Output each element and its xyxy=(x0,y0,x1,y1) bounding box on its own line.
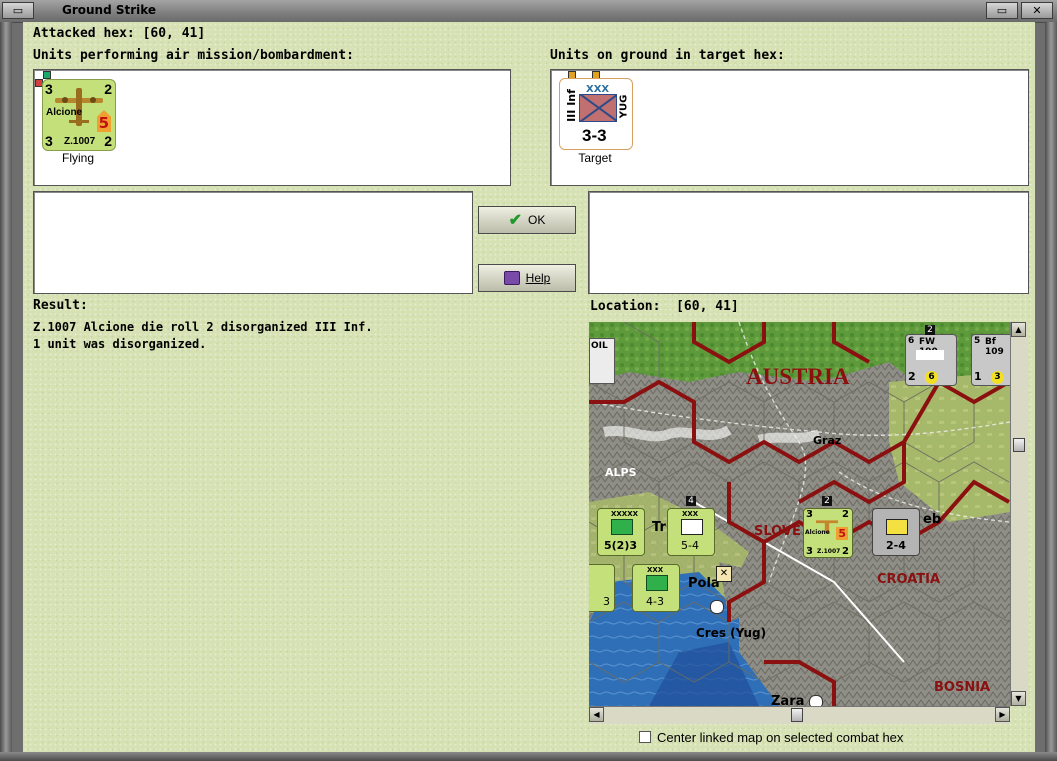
window-frame-left xyxy=(0,22,12,761)
oil-marker[interactable]: OIL xyxy=(589,338,615,384)
result-line-2: 1 unit was disorganized. xyxy=(33,337,207,351)
linked-map[interactable]: AUSTRIA Graz ALPS SLOVE CROATIA Pola Cre… xyxy=(589,322,1010,706)
infantry-symbol-icon xyxy=(646,575,668,591)
result-text: Z.1007 Alcione die roll 2 disorganized I… xyxy=(24,320,584,360)
ground-units-list[interactable]: XXX III Inf YUG 3-3 Target xyxy=(550,69,1029,186)
window-frame-right xyxy=(1045,22,1057,761)
location-value: [60, 41] xyxy=(676,299,739,314)
port-icon xyxy=(809,695,823,706)
ground-units-header: Units on ground in target hex: xyxy=(550,48,785,63)
map-counter-yugoslav[interactable]: 2-4 xyxy=(872,508,920,556)
minimize-button[interactable]: ▭ xyxy=(986,2,1018,19)
map-counter-bf109[interactable]: 5 Bf 109 1 3 xyxy=(971,334,1010,386)
system-menu-button[interactable]: ▭ xyxy=(2,2,34,19)
air-units-header: Units performing air mission/bombardment… xyxy=(33,48,354,63)
scroll-right-button[interactable]: ▶ xyxy=(995,707,1010,722)
stack-count-badge: 2 xyxy=(925,325,935,335)
map-label-tr: Tr xyxy=(652,520,666,535)
target-unit-name: III Inf xyxy=(564,89,578,122)
target-unit-counter[interactable]: XXX III Inf YUG 3-3 xyxy=(559,78,633,150)
map-counter-infantry-b[interactable]: XXX 4-3 xyxy=(632,564,680,612)
map-label-bosnia: BOSNIA xyxy=(934,680,991,695)
air-unit-status: Flying xyxy=(61,151,94,165)
location-label: Location: [60, 41] xyxy=(590,299,739,314)
map-horizontal-scrollbar[interactable]: ◀ ▶ xyxy=(589,706,1010,724)
result-line-1: Z.1007 Alcione die roll 2 disorganized I… xyxy=(33,320,373,334)
stack-count-badge: 4 xyxy=(686,496,696,506)
title-bar: ▭ Ground Strike ▭ ✕ xyxy=(0,0,1057,23)
scroll-left-button[interactable]: ◀ xyxy=(589,707,604,722)
stack-count-badge: 2 xyxy=(822,496,832,506)
target-unit-nation: YUG xyxy=(618,94,630,119)
infantry-symbol-icon xyxy=(681,519,703,535)
center-map-checkbox[interactable] xyxy=(639,731,651,743)
map-vertical-scrollbar[interactable]: ▲ ▼ xyxy=(1010,322,1028,706)
map-label-graz: Graz xyxy=(813,434,842,447)
window-title: Ground Strike xyxy=(62,3,157,17)
ok-label: OK xyxy=(528,213,546,227)
vertical-scroll-thumb[interactable] xyxy=(1013,438,1025,452)
map-counter-air[interactable]: 3 2 Alcione 5 3 Z.1007 2 xyxy=(803,508,853,558)
window-frame-bottom xyxy=(0,752,1057,761)
help-button[interactable]: Help xyxy=(478,264,576,292)
attacked-hex-label: Attacked hex: [60, 41] xyxy=(33,26,206,41)
target-unit-strength: 3-3 xyxy=(582,126,607,145)
map-label-eb: eb xyxy=(923,512,942,527)
result-label: Result: xyxy=(33,298,88,313)
map-label-alps: ALPS xyxy=(605,466,637,479)
air-unit-attack: 3 xyxy=(45,81,53,97)
fighter-icon xyxy=(916,350,944,360)
horizontal-scroll-thumb[interactable] xyxy=(791,708,803,722)
infantry-symbol-icon xyxy=(886,519,908,535)
checkmark-icon: ✔ xyxy=(508,212,523,229)
map-label-austria: AUSTRIA xyxy=(746,364,850,389)
air-unit-counter[interactable]: 3 2 Alcione 5 3 Z.1007 2 xyxy=(42,79,116,151)
map-counter-partial[interactable]: 3 xyxy=(589,564,615,612)
center-map-label[interactable]: Center linked map on selected combat hex xyxy=(657,730,903,745)
fortification-icon: ✕ xyxy=(716,566,732,582)
air-unit-type: Z.1007 xyxy=(64,136,96,147)
armor-symbol-icon xyxy=(611,519,633,535)
status-marker xyxy=(43,71,51,79)
air-unit-name: Alcione xyxy=(46,107,83,118)
map-label-pola: Pola xyxy=(688,576,720,591)
scroll-down-button[interactable]: ▼ xyxy=(1011,691,1026,706)
air-unit-bottom-right: 2 xyxy=(104,133,112,149)
air-unit-range: 5 xyxy=(98,114,109,132)
air-unit-defense: 2 xyxy=(104,81,112,97)
port-icon xyxy=(710,600,724,614)
ok-button[interactable]: ✔ OK xyxy=(478,206,576,234)
air-detail-list[interactable] xyxy=(33,191,473,294)
map-label-cres: Cres (Yug) xyxy=(696,626,767,640)
ground-detail-list[interactable] xyxy=(588,191,1029,294)
map-counter-armor[interactable]: XXXXX 5(2)3 xyxy=(597,508,645,556)
map-label-slovenia: SLOVE xyxy=(754,524,801,539)
help-label: Help xyxy=(525,271,551,285)
map-counter-fw190[interactable]: 6 FW 190 2 6 xyxy=(905,334,957,386)
infantry-symbol-icon xyxy=(579,94,617,122)
close-button[interactable]: ✕ xyxy=(1021,2,1053,19)
scroll-up-button[interactable]: ▲ xyxy=(1011,322,1026,337)
air-unit-bottom-left: 3 xyxy=(45,133,53,149)
book-icon xyxy=(503,271,520,285)
map-counter-infantry-a[interactable]: XXX 5-4 xyxy=(667,508,715,556)
map-label-croatia: CROATIA xyxy=(877,572,941,587)
map-label-zara: Zara xyxy=(771,694,805,706)
attacked-hex-value: [60, 41] xyxy=(142,26,206,41)
target-unit-status: Target xyxy=(578,151,612,165)
air-units-list[interactable]: 3 2 Alcione 5 3 Z.1007 2 Flying xyxy=(33,69,511,186)
